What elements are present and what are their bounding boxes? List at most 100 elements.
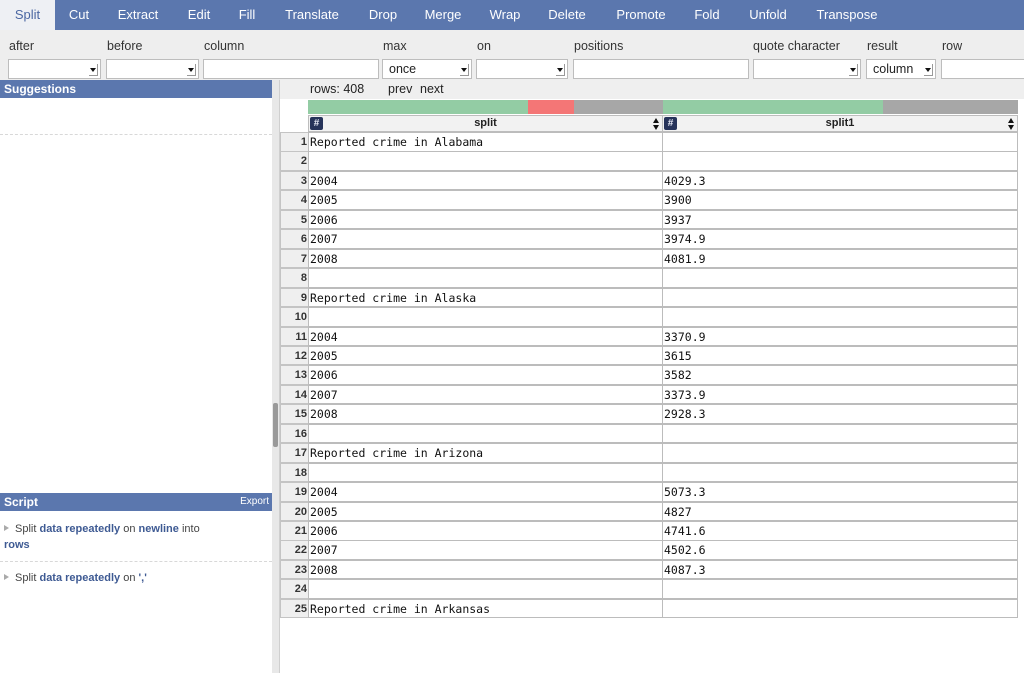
row-number[interactable]: 13 [280, 365, 308, 385]
row-number[interactable]: 5 [280, 209, 308, 230]
row-number[interactable]: 24 [280, 579, 308, 599]
cell-split[interactable]: 2004 [308, 326, 663, 346]
cell-split[interactable] [308, 307, 663, 327]
cell-split1[interactable] [662, 268, 1018, 288]
row-number[interactable]: 9 [280, 287, 308, 308]
cell-split[interactable]: Reported crime in Arkansas [308, 598, 663, 619]
cell-split1[interactable] [662, 307, 1018, 327]
cell-split[interactable]: 2006 [308, 209, 663, 230]
cell-split[interactable] [308, 423, 663, 444]
cell-split[interactable]: 2005 [308, 190, 663, 210]
cell-split[interactable] [308, 462, 663, 483]
before-select[interactable] [106, 59, 199, 79]
cell-split[interactable]: 2005 [308, 501, 663, 522]
quality-empty[interactable] [574, 100, 663, 114]
row-number[interactable]: 21 [280, 521, 308, 541]
cell-split[interactable]: 2008 [308, 404, 663, 424]
row-number[interactable]: 14 [280, 384, 308, 405]
cell-split1[interactable]: 3900 [662, 190, 1018, 210]
cell-split[interactable]: 2004 [308, 170, 663, 191]
scrollbar-thumb[interactable] [273, 403, 278, 447]
column-input[interactable] [203, 59, 379, 79]
tab-split[interactable]: Split [0, 0, 55, 30]
row-number[interactable]: 19 [280, 482, 308, 502]
column-quality-bar[interactable] [663, 100, 1018, 114]
expand-triangle-icon[interactable] [4, 574, 9, 580]
cell-split1[interactable]: 3615 [662, 345, 1018, 366]
row-number[interactable]: 1 [280, 132, 308, 152]
cell-split[interactable] [308, 151, 663, 171]
row-number[interactable]: 16 [280, 423, 308, 444]
cell-split1[interactable]: 4029.3 [662, 170, 1018, 191]
cell-split1[interactable]: 3974.9 [662, 229, 1018, 249]
prev-link[interactable]: prev [388, 80, 412, 99]
row-number[interactable]: 25 [280, 598, 308, 619]
on-select[interactable] [476, 59, 568, 79]
cell-split[interactable]: 2005 [308, 345, 663, 366]
cell-split1[interactable]: 3937 [662, 209, 1018, 230]
row-number[interactable]: 22 [280, 540, 308, 560]
column-header-split[interactable]: # split [308, 115, 663, 132]
cell-split[interactable]: Reported crime in Arizona [308, 443, 663, 463]
positions-input[interactable] [573, 59, 749, 79]
row-number[interactable]: 6 [280, 229, 308, 249]
cell-split1[interactable] [662, 132, 1018, 152]
cell-split1[interactable]: 4741.6 [662, 521, 1018, 541]
cell-split1[interactable] [662, 462, 1018, 483]
result-select[interactable]: column [866, 59, 936, 79]
tab-delete[interactable]: Delete [535, 0, 599, 30]
type-hash-icon[interactable]: # [664, 117, 677, 130]
tab-drop[interactable]: Drop [355, 0, 411, 30]
cell-split1[interactable] [662, 598, 1018, 619]
cell-split[interactable]: 2007 [308, 384, 663, 405]
sort-icon[interactable] [653, 118, 660, 130]
tab-edit[interactable]: Edit [173, 0, 225, 30]
max-select[interactable]: once [382, 59, 472, 79]
cell-split1[interactable]: 3370.9 [662, 326, 1018, 346]
row-number[interactable]: 15 [280, 404, 308, 424]
cell-split[interactable]: 2007 [308, 229, 663, 249]
panel-splitter[interactable] [272, 80, 280, 673]
quality-valid[interactable] [308, 100, 528, 114]
tab-fill[interactable]: Fill [225, 0, 269, 30]
next-link[interactable]: next [420, 80, 444, 99]
cell-split1[interactable]: 2928.3 [662, 404, 1018, 424]
script-step[interactable]: Split data repeatedly on newline into ro… [4, 521, 266, 553]
row-number[interactable]: 12 [280, 345, 308, 366]
export-button[interactable]: Export [240, 493, 269, 511]
after-select[interactable] [8, 59, 101, 79]
row-number[interactable]: 3 [280, 170, 308, 191]
cell-split[interactable] [308, 579, 663, 599]
cell-split1[interactable]: 3582 [662, 365, 1018, 385]
tab-merge[interactable]: Merge [411, 0, 475, 30]
row-number[interactable]: 17 [280, 443, 308, 463]
script-step[interactable]: Split data repeatedly on ',' [4, 570, 266, 586]
row-number[interactable]: 23 [280, 559, 308, 580]
quality-error[interactable] [528, 100, 574, 114]
cell-split[interactable]: 2007 [308, 540, 663, 560]
tab-unfold[interactable]: Unfold [731, 0, 805, 30]
quality-empty[interactable] [883, 100, 1018, 114]
cell-split[interactable]: 2006 [308, 365, 663, 385]
tab-cut[interactable]: Cut [55, 0, 103, 30]
cell-split1[interactable] [662, 151, 1018, 171]
tab-transpose[interactable]: Transpose [805, 0, 889, 30]
tab-extract[interactable]: Extract [103, 0, 173, 30]
tab-wrap[interactable]: Wrap [475, 0, 535, 30]
type-hash-icon[interactable]: # [310, 117, 323, 130]
row-number[interactable]: 10 [280, 307, 308, 327]
cell-split1[interactable] [662, 423, 1018, 444]
row-input[interactable] [941, 59, 1024, 79]
tab-fold[interactable]: Fold [683, 0, 731, 30]
cell-split[interactable]: Reported crime in Alabama [308, 132, 663, 152]
column-quality-bar[interactable] [308, 100, 663, 114]
row-number[interactable]: 20 [280, 501, 308, 522]
cell-split[interactable]: 2008 [308, 559, 663, 580]
cell-split1[interactable]: 4502.6 [662, 540, 1018, 560]
sort-icon[interactable] [1008, 118, 1015, 130]
quote-character-select[interactable] [753, 59, 861, 79]
row-number[interactable]: 7 [280, 248, 308, 269]
row-number[interactable]: 2 [280, 151, 308, 171]
column-header-split1[interactable]: # split1 [662, 115, 1018, 132]
quality-valid[interactable] [663, 100, 883, 114]
